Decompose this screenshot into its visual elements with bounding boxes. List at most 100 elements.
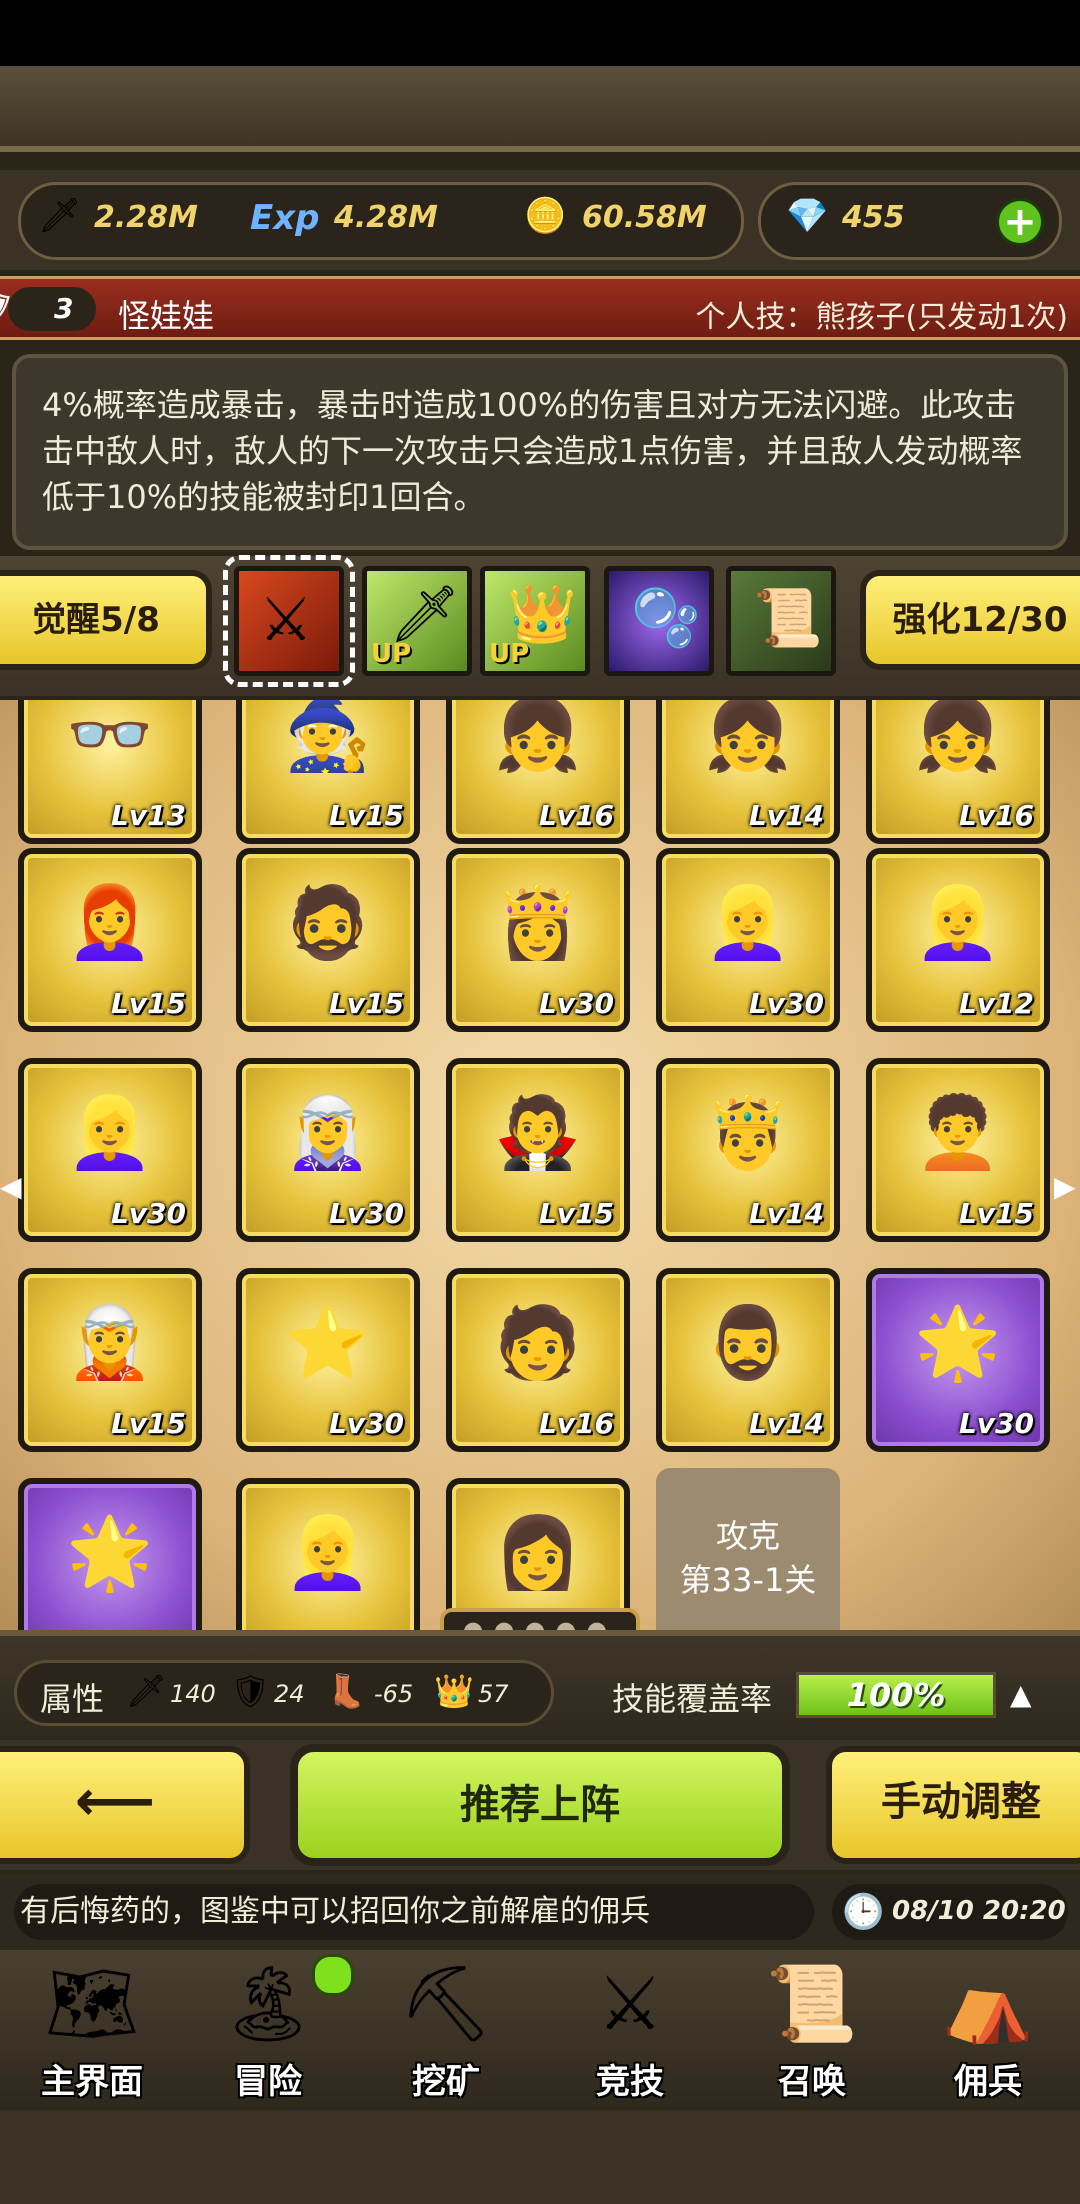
back-button[interactable]: ⟵ (0, 1746, 250, 1864)
hero-level-label: Lv14 (748, 1407, 824, 1440)
manual-adjust-button[interactable]: 手动调整 (826, 1746, 1080, 1864)
sword-slash-icon: ⚔ (259, 585, 313, 655)
nav-mercenary-label: 佣兵 (954, 2062, 1022, 2102)
right-arrow-icon[interactable]: ▶ (1054, 1170, 1080, 1210)
sword-icon: 🗡 (38, 196, 82, 236)
hero-card[interactable]: ⭐ Lv30 (236, 1268, 420, 1452)
hero-skill-title: 个人技：熊孩子(只发动1次) (695, 300, 1069, 335)
nav-arena[interactable]: ⚔ 竞技 (546, 1954, 714, 2104)
hero-level-label: Lv15 (328, 987, 404, 1020)
awaken-button[interactable]: 觉醒5/8 (0, 570, 212, 670)
nav-mercenary[interactable]: ⛺ 佣兵 (904, 1954, 1072, 2104)
hero-level-label: Lv30 (328, 1197, 404, 1230)
hero-card[interactable]: 👸 Lv30 (446, 848, 630, 1032)
nav-adventure-label: 冒险 (234, 2062, 302, 2102)
nav-summon-label: 召唤 (778, 2062, 846, 2102)
crown-value: 57 (478, 1680, 509, 1708)
hero-level-label: Lv30 (748, 987, 824, 1020)
recommend-button[interactable]: 推荐上阵 (290, 1744, 790, 1866)
scroll-icon: 📜 (753, 586, 823, 651)
hero-card[interactable]: 👱‍♀️ Lv12 (866, 848, 1050, 1032)
exp-value: 4.28M (334, 200, 438, 235)
footer-frame (0, 2110, 1080, 2204)
sword-up-icon: 🗡 (389, 582, 461, 647)
clock-icon: 🕒 (842, 1892, 885, 1932)
hero-level: 3 (54, 292, 74, 325)
nav-mining[interactable]: ⛏ 挖矿 (362, 1954, 530, 2104)
ticker-time: 08/10 20:20 (892, 1896, 1066, 1926)
shield-icon: 🛡 (0, 287, 10, 331)
skill-description: 4%概率造成暴击，暴击时造成100%的伤害且对方无法闪避。此攻击击中敌人时，敌人… (12, 354, 1068, 550)
hero-card[interactable]: 👱‍♀️ Lv30 (656, 848, 840, 1032)
nav-arena-label: 竞技 (596, 2062, 664, 2102)
locked-slot-line1: 攻克 (715, 1517, 780, 1555)
hero-portrait: 🧝‍♀️ (284, 1091, 372, 1174)
hero-portrait: 🧔‍♂️ (704, 1301, 792, 1384)
hero-card[interactable]: 🧑 Lv16 (446, 1268, 630, 1452)
coverage-bar: 100% (796, 1672, 996, 1718)
hero-portrait: 👩‍🦰 (66, 881, 154, 964)
skill-slot-1[interactable]: ⚔ (223, 555, 355, 687)
hero-card[interactable]: 🌟 (18, 1478, 202, 1630)
exp-icon: Exp (250, 198, 320, 238)
ruby-icon: 💎 (786, 196, 829, 236)
hero-card[interactable]: 👱‍♀️ Lv30 (18, 1058, 202, 1242)
enhance-button[interactable]: 强化12/30 (860, 570, 1080, 670)
skill-slot-2[interactable]: 🗡 UP (362, 566, 472, 676)
hero-level-label: Lv30 (328, 1407, 404, 1440)
hero-level-label: Lv16 (538, 799, 614, 832)
hero-name: 怪娃娃 (118, 297, 215, 335)
left-arrow-icon[interactable]: ◀ (0, 1170, 26, 1210)
skill-slot-5[interactable]: 📜 (726, 566, 836, 676)
hero-card[interactable]: 👓 Lv13 (18, 700, 202, 844)
sword-stat-icon: 🗡 (126, 1672, 167, 1710)
hero-card[interactable]: 🧔 Lv15 (236, 848, 420, 1032)
hero-portrait: 👱‍♀️ (66, 1091, 154, 1174)
hero-level-badge: 🛡 3 (0, 287, 96, 331)
hero-portrait: 🤴 (704, 1091, 792, 1174)
hero-level-label: Lv30 (110, 1197, 186, 1230)
hero-portrait: 👱‍♀️ (914, 881, 1002, 964)
hero-card[interactable]: 👧 Lv16 (866, 700, 1050, 844)
expand-up-icon[interactable]: ▲ (1010, 1678, 1032, 1711)
top-frame (0, 66, 1080, 152)
map-scroll-icon: 🗺 (45, 1961, 139, 2047)
attack-value: 2.28M (94, 200, 198, 235)
locked-slot[interactable]: 攻克 第33-1关 (656, 1468, 840, 1630)
add-gems-button[interactable]: + (996, 198, 1044, 246)
hero-portrait: 👩 (494, 1511, 582, 1594)
crossed-swords-icon: ⚔ (596, 1961, 664, 2047)
hero-card[interactable]: 🧑‍🦱 Lv15 (866, 1058, 1050, 1242)
nav-main-label: 主界面 (41, 2062, 143, 2102)
hero-portrait: 🌟 (914, 1301, 1002, 1384)
hero-card[interactable]: 🧙 Lv15 (236, 700, 420, 844)
summon-scroll-icon: 📜 (765, 1961, 859, 2047)
hero-name-bar: 🛡 3 怪娃娃 个人技：熊孩子(只发动1次) (0, 276, 1080, 340)
hero-card[interactable]: 👧 Lv14 (656, 700, 840, 844)
nav-adventure[interactable]: 🏝 冒险 (184, 1954, 354, 2104)
hero-level-label: Lv16 (958, 799, 1034, 832)
hero-level-label: Lv15 (110, 987, 186, 1020)
attr-label: 属性 (40, 1680, 105, 1718)
hero-card[interactable]: 🧝 Lv15 (18, 1268, 202, 1452)
nav-main[interactable]: 🗺 主界面 (8, 1954, 176, 2104)
locked-slot-line2: 第33-1关 (679, 1561, 817, 1599)
skill-slot-4[interactable]: 🫧 (604, 566, 714, 676)
skill-slot-3[interactable]: 👑 UP (480, 566, 590, 676)
hero-portrait: 👱‍♀️ (704, 881, 792, 964)
hero-portrait: 🧔 (284, 881, 372, 964)
nav-summon[interactable]: 📜 召唤 (728, 1954, 896, 2104)
hero-card[interactable]: 🤴 Lv14 (656, 1058, 840, 1242)
hero-portrait: 👧 (914, 700, 1002, 776)
hero-card[interactable]: 🧝‍♀️ Lv30 (236, 1058, 420, 1242)
clock-box: 🕒 08/10 20:20 (832, 1884, 1068, 1940)
hero-card[interactable]: 👱‍♀️ (236, 1478, 420, 1630)
gold-coin-icon: 🪙 (524, 196, 567, 236)
hero-card[interactable]: 🧔‍♂️ Lv14 (656, 1268, 840, 1452)
hero-card[interactable]: 🌟 Lv30 (866, 1268, 1050, 1452)
notification-dot (312, 1954, 354, 1996)
tent-icon: ⛺ (941, 1961, 1035, 2047)
hero-card[interactable]: 👩‍🦰 Lv15 (18, 848, 202, 1032)
hero-card[interactable]: 🧛 Lv15 (446, 1058, 630, 1242)
hero-card[interactable]: 👧 Lv16 (446, 700, 630, 844)
